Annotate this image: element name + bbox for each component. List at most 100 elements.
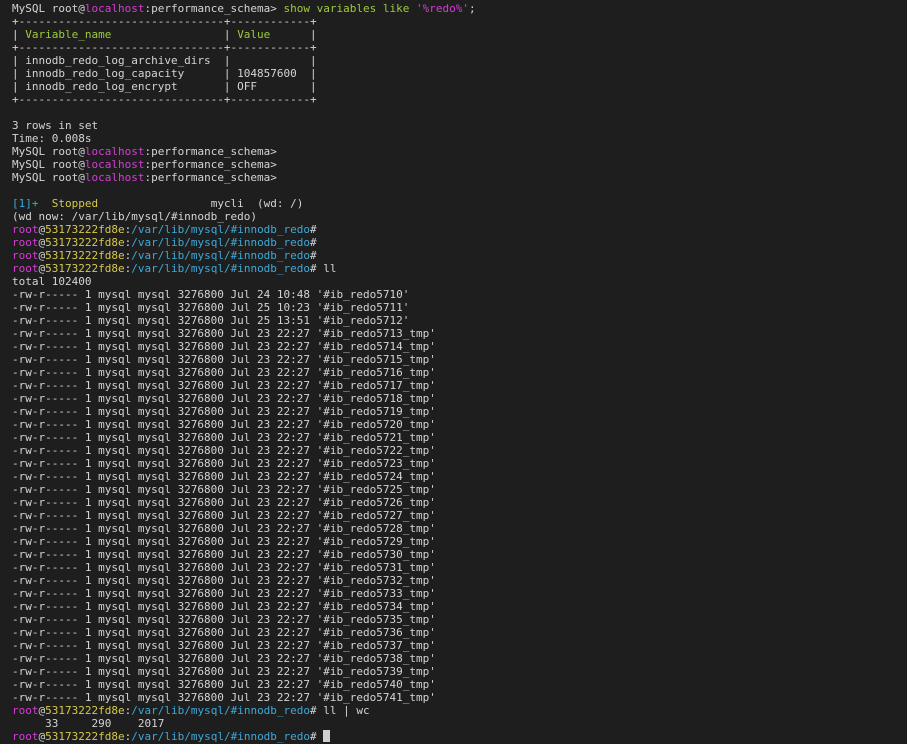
terminal-line: total 102400 bbox=[12, 275, 907, 288]
terminal-line: root@53173222fd8e:/var/lib/mysql/#innodb… bbox=[12, 249, 907, 262]
terminal-text: | innodb_redo_log_capacity | 104857600 | bbox=[12, 67, 317, 80]
terminal-text: 53173222fd8e bbox=[45, 262, 125, 275]
terminal-text: root bbox=[12, 223, 39, 236]
terminal-text: -rw-r----- 1 mysql mysql 3276800 Jul 24 … bbox=[12, 288, 410, 301]
terminal-line: MySQL root@localhost:performance_schema> bbox=[12, 158, 907, 171]
terminal-text: -rw-r----- 1 mysql mysql 3276800 Jul 23 … bbox=[12, 379, 436, 392]
terminal-line: -rw-r----- 1 mysql mysql 3276800 Jul 23 … bbox=[12, 496, 907, 509]
terminal-line: -rw-r----- 1 mysql mysql 3276800 Jul 23 … bbox=[12, 561, 907, 574]
terminal-line: -rw-r----- 1 mysql mysql 3276800 Jul 23 … bbox=[12, 392, 907, 405]
terminal-text: :performance_schema> bbox=[144, 145, 277, 158]
terminal-line: -rw-r----- 1 mysql mysql 3276800 Jul 23 … bbox=[12, 483, 907, 496]
terminal-text: /var/lib/mysql/#innodb_redo bbox=[131, 249, 311, 262]
terminal-text: +-------------------------------+-------… bbox=[12, 41, 317, 54]
terminal-text: | bbox=[270, 28, 317, 41]
terminal-line: | innodb_redo_log_archive_dirs | | bbox=[12, 54, 907, 67]
terminal-line: -rw-r----- 1 mysql mysql 3276800 Jul 23 … bbox=[12, 522, 907, 535]
terminal-text: -rw-r----- 1 mysql mysql 3276800 Jul 23 … bbox=[12, 561, 436, 574]
terminal-text: Variable_name bbox=[25, 28, 112, 41]
terminal-text: +-------------------------------+-------… bbox=[12, 93, 317, 106]
terminal-text: 53173222fd8e bbox=[45, 249, 125, 262]
terminal-line: -rw-r----- 1 mysql mysql 3276800 Jul 23 … bbox=[12, 639, 907, 652]
terminal-line: -rw-r----- 1 mysql mysql 3276800 Jul 23 … bbox=[12, 691, 907, 704]
terminal-line: -rw-r----- 1 mysql mysql 3276800 Jul 23 … bbox=[12, 457, 907, 470]
terminal-text: MySQL root@ bbox=[12, 171, 85, 184]
terminal-text: :performance_schema> bbox=[144, 2, 284, 15]
terminal-cursor bbox=[323, 730, 331, 742]
terminal-output[interactable]: MySQL root@localhost:performance_schema>… bbox=[0, 0, 907, 744]
terminal-text: MySQL root@ bbox=[12, 2, 85, 15]
terminal-line: +-------------------------------+-------… bbox=[12, 41, 907, 54]
terminal-text: total 102400 bbox=[12, 275, 92, 288]
terminal-text: -rw-r----- 1 mysql mysql 3276800 Jul 23 … bbox=[12, 665, 436, 678]
terminal-text: localhost bbox=[84, 158, 145, 171]
terminal-text: '%redo%' bbox=[416, 2, 469, 15]
terminal-line: 3 rows in set bbox=[12, 119, 907, 132]
terminal-text: Value bbox=[237, 28, 271, 41]
terminal-line: +-------------------------------+-------… bbox=[12, 15, 907, 28]
terminal-text: localhost bbox=[84, 145, 145, 158]
terminal-text: | bbox=[111, 28, 238, 41]
terminal-line: -rw-r----- 1 mysql mysql 3276800 Jul 23 … bbox=[12, 613, 907, 626]
terminal-line: -rw-r----- 1 mysql mysql 3276800 Jul 23 … bbox=[12, 665, 907, 678]
terminal-text: root bbox=[12, 262, 39, 275]
terminal-line: -rw-r----- 1 mysql mysql 3276800 Jul 23 … bbox=[12, 509, 907, 522]
terminal-line: -rw-r----- 1 mysql mysql 3276800 Jul 23 … bbox=[12, 470, 907, 483]
terminal-line: -rw-r----- 1 mysql mysql 3276800 Jul 23 … bbox=[12, 379, 907, 392]
terminal-text: -rw-r----- 1 mysql mysql 3276800 Jul 23 … bbox=[12, 392, 436, 405]
terminal-line: root@53173222fd8e:/var/lib/mysql/#innodb… bbox=[12, 262, 907, 275]
terminal-text: | innodb_redo_log_archive_dirs | | bbox=[12, 54, 317, 67]
terminal-line: 33 290 2017 bbox=[12, 717, 907, 730]
terminal-line: -rw-r----- 1 mysql mysql 3276800 Jul 23 … bbox=[12, 587, 907, 600]
terminal-line: [1]+ Stopped mycli (wd: /) bbox=[12, 197, 907, 210]
terminal-text: -rw-r----- 1 mysql mysql 3276800 Jul 23 … bbox=[12, 509, 436, 522]
terminal-text: -rw-r----- 1 mysql mysql 3276800 Jul 23 … bbox=[12, 444, 436, 457]
terminal-line: -rw-r----- 1 mysql mysql 3276800 Jul 23 … bbox=[12, 444, 907, 457]
terminal-text: [1]+ bbox=[12, 197, 52, 210]
terminal-line: -rw-r----- 1 mysql mysql 3276800 Jul 23 … bbox=[12, 340, 907, 353]
terminal-line: -rw-r----- 1 mysql mysql 3276800 Jul 23 … bbox=[12, 366, 907, 379]
terminal-text: 53173222fd8e bbox=[45, 236, 125, 249]
terminal-line: -rw-r----- 1 mysql mysql 3276800 Jul 23 … bbox=[12, 574, 907, 587]
terminal-text: localhost bbox=[84, 171, 145, 184]
terminal-text: -rw-r----- 1 mysql mysql 3276800 Jul 23 … bbox=[12, 639, 436, 652]
terminal-text: -rw-r----- 1 mysql mysql 3276800 Jul 25 … bbox=[12, 314, 410, 327]
terminal-line: +-------------------------------+-------… bbox=[12, 93, 907, 106]
terminal-line: -rw-r----- 1 mysql mysql 3276800 Jul 23 … bbox=[12, 652, 907, 665]
terminal-text: -rw-r----- 1 mysql mysql 3276800 Jul 23 … bbox=[12, 535, 436, 548]
terminal-text: 33 290 2017 bbox=[12, 717, 165, 730]
terminal-line: MySQL root@localhost:performance_schema>… bbox=[12, 2, 907, 15]
terminal-text: -rw-r----- 1 mysql mysql 3276800 Jul 23 … bbox=[12, 626, 436, 639]
terminal-line: -rw-r----- 1 mysql mysql 3276800 Jul 23 … bbox=[12, 678, 907, 691]
terminal-line: -rw-r----- 1 mysql mysql 3276800 Jul 23 … bbox=[12, 535, 907, 548]
terminal-text: # bbox=[310, 249, 317, 262]
terminal-text: /var/lib/mysql/#innodb_redo bbox=[131, 236, 311, 249]
terminal-text: show variables like bbox=[283, 2, 416, 15]
terminal-line: | Variable_name | Value | bbox=[12, 28, 907, 41]
terminal-text: /var/lib/mysql/#innodb_redo bbox=[131, 223, 311, 236]
terminal-text: -rw-r----- 1 mysql mysql 3276800 Jul 23 … bbox=[12, 496, 436, 509]
terminal-text: -rw-r----- 1 mysql mysql 3276800 Jul 23 … bbox=[12, 587, 436, 600]
terminal-text: # ll bbox=[310, 262, 337, 275]
terminal-text: MySQL root@ bbox=[12, 158, 85, 171]
terminal-text: root bbox=[12, 730, 39, 743]
terminal-line: -rw-r----- 1 mysql mysql 3276800 Jul 23 … bbox=[12, 327, 907, 340]
terminal-text: -rw-r----- 1 mysql mysql 3276800 Jul 23 … bbox=[12, 418, 436, 431]
terminal-text: root bbox=[12, 249, 39, 262]
terminal-text: -rw-r----- 1 mysql mysql 3276800 Jul 23 … bbox=[12, 522, 436, 535]
terminal-text: # ll | wc bbox=[310, 704, 370, 717]
terminal-line: -rw-r----- 1 mysql mysql 3276800 Jul 23 … bbox=[12, 548, 907, 561]
terminal-line: -rw-r----- 1 mysql mysql 3276800 Jul 25 … bbox=[12, 301, 907, 314]
terminal-text: root bbox=[12, 704, 39, 717]
terminal-line: -rw-r----- 1 mysql mysql 3276800 Jul 23 … bbox=[12, 600, 907, 613]
terminal-line: MySQL root@localhost:performance_schema> bbox=[12, 145, 907, 158]
terminal-text: (wd now: /var/lib/mysql/#innodb_redo) bbox=[12, 210, 258, 223]
terminal-text: -rw-r----- 1 mysql mysql 3276800 Jul 23 … bbox=[12, 431, 436, 444]
terminal-text: # bbox=[310, 730, 324, 743]
terminal-text: -rw-r----- 1 mysql mysql 3276800 Jul 23 … bbox=[12, 483, 436, 496]
terminal-line: -rw-r----- 1 mysql mysql 3276800 Jul 23 … bbox=[12, 418, 907, 431]
terminal-text: # bbox=[310, 223, 317, 236]
terminal-text: Time: 0.008s bbox=[12, 132, 92, 145]
